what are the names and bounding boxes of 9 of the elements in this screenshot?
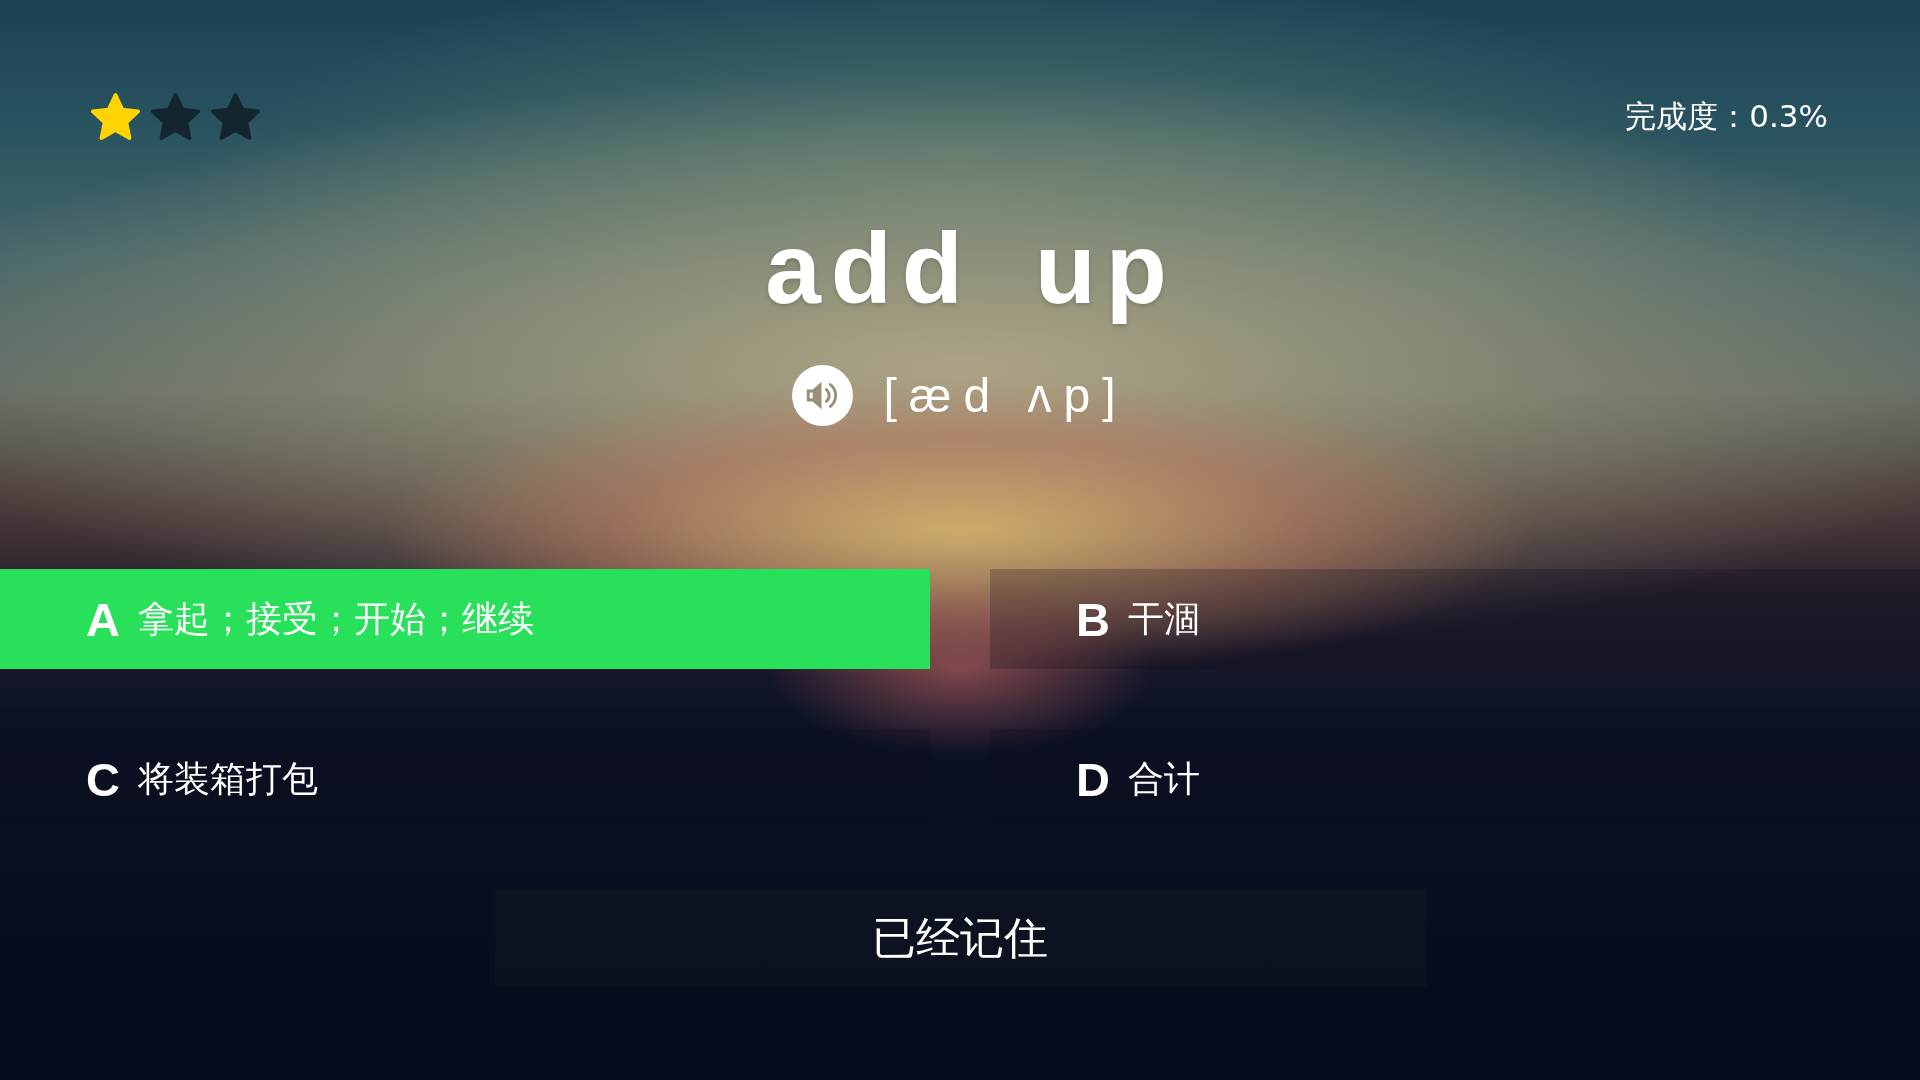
star-icon <box>211 92 260 140</box>
remember-button[interactable]: 已经记住 <box>494 889 1426 987</box>
progress-text: 完成度：0.3% <box>1625 100 1828 132</box>
speaker-icon[interactable] <box>792 365 854 426</box>
star-icon <box>151 92 200 140</box>
star-icon <box>91 92 140 140</box>
answer-option[interactable]: B 干涸 <box>990 569 1920 669</box>
phonetic-text: [æd ʌp] <box>883 367 1128 424</box>
word-title: add up <box>764 211 1177 326</box>
